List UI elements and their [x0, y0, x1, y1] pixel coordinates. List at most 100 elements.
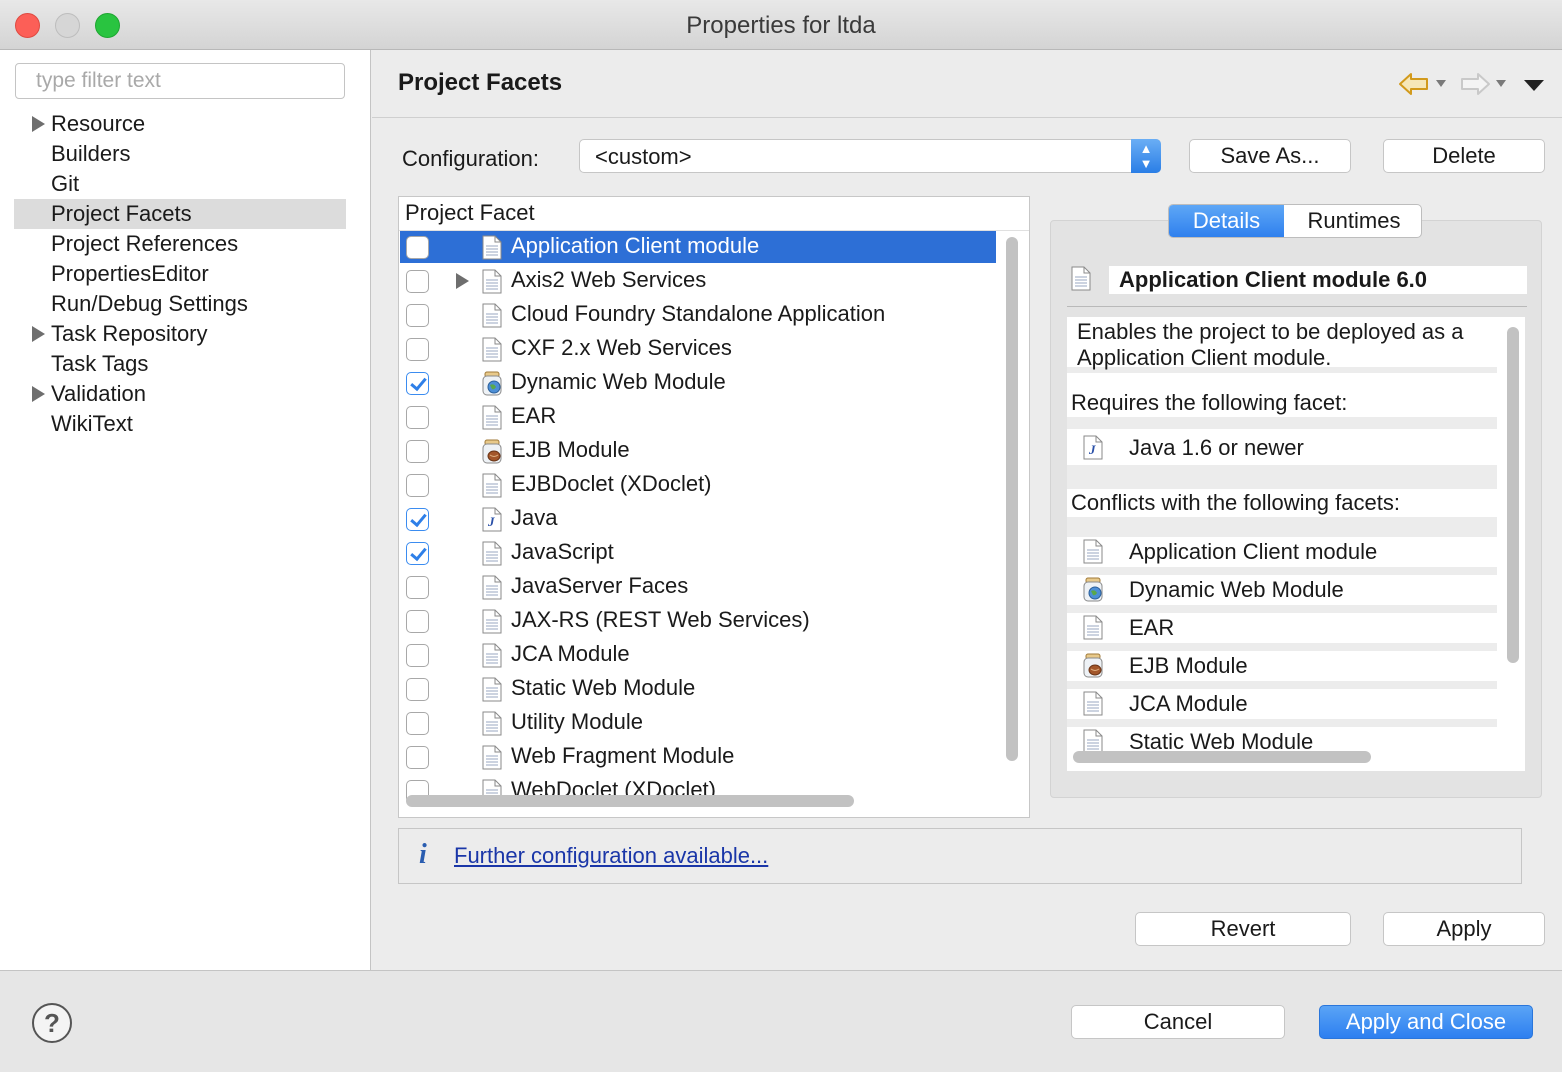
sidebar-item-label: Run/Debug Settings — [51, 291, 248, 316]
file-icon — [482, 575, 502, 600]
details-facet-label: EAR — [1129, 615, 1175, 640]
java-icon: J — [482, 507, 502, 532]
main-panel: Project Facets Configuration: <custom> ▲… — [372, 50, 1562, 970]
facet-label: Static Web Module — [511, 675, 696, 700]
sidebar-item[interactable]: Builders — [14, 139, 346, 169]
details-facet-label: Application Client module — [1129, 539, 1378, 564]
facet-label: EAR — [511, 403, 557, 428]
facet-checkbox[interactable] — [406, 712, 429, 735]
facet-checkbox[interactable] — [406, 576, 429, 599]
select-stepper-icon: ▲ ▼ — [1131, 139, 1161, 173]
facet-checkbox[interactable] — [406, 542, 429, 565]
back-history-dropdown[interactable] — [1436, 80, 1446, 87]
details-horizontal-scrollbar[interactable] — [1073, 751, 1371, 763]
facet-row[interactable]: JCA Module — [400, 639, 996, 671]
facet-row[interactable]: J Java — [400, 503, 996, 535]
facet-row[interactable]: JAX-RS (REST Web Services) — [400, 605, 996, 637]
ejb-bean-icon — [482, 439, 502, 464]
sidebar-item[interactable]: Task Repository — [14, 319, 346, 349]
band — [1067, 465, 1497, 489]
sidebar-item[interactable]: Resource — [14, 109, 346, 139]
facet-checkbox[interactable] — [406, 270, 429, 293]
help-icon[interactable]: ? — [32, 1003, 72, 1043]
sidebar-item[interactable]: Validation — [14, 379, 346, 409]
facet-checkbox[interactable] — [406, 406, 429, 429]
tab-runtimes[interactable]: Runtimes — [1285, 205, 1421, 237]
sidebar-item-label: Project References — [51, 231, 239, 256]
facet-checkbox[interactable] — [406, 610, 429, 633]
sidebar-item[interactable]: Git — [14, 169, 346, 199]
save-as-button[interactable]: Save As... — [1189, 139, 1351, 173]
facet-row[interactable]: EAR — [400, 401, 996, 433]
tab-details[interactable]: Details — [1169, 205, 1284, 237]
file-icon — [482, 541, 502, 566]
facet-row[interactable]: Axis2 Web Services — [400, 265, 996, 297]
sidebar-item-label: Resource — [51, 111, 146, 136]
facet-label: Web Fragment Module — [511, 743, 735, 768]
facet-checkbox[interactable] — [406, 746, 429, 769]
facet-row[interactable]: CXF 2.x Web Services — [400, 333, 996, 365]
view-menu-icon[interactable] — [1524, 80, 1544, 91]
cancel-button[interactable]: Cancel — [1071, 1005, 1285, 1039]
facet-vertical-scrollbar[interactable] — [1006, 237, 1018, 761]
facet-checkbox[interactable] — [406, 304, 429, 327]
facet-row[interactable]: Cloud Foundry Standalone Application — [400, 299, 996, 331]
band — [1067, 517, 1497, 537]
configuration-select[interactable]: <custom> ▲ ▼ — [579, 139, 1161, 173]
conflicts-heading: Conflicts with the following facets: — [1067, 489, 1497, 517]
expand-arrow-icon[interactable] — [32, 386, 45, 402]
expand-arrow-icon[interactable] — [456, 273, 469, 289]
facet-row[interactable]: Utility Module — [400, 707, 996, 739]
revert-button[interactable]: Revert — [1135, 912, 1351, 946]
facet-row[interactable]: EJB Module — [400, 435, 996, 467]
apply-button[interactable]: Apply — [1383, 912, 1545, 946]
sidebar-item[interactable]: WikiText — [14, 409, 346, 439]
file-icon — [482, 473, 502, 498]
facet-row[interactable]: JavaServer Faces — [400, 571, 996, 603]
file-icon — [1083, 615, 1103, 640]
facet-row[interactable]: Web Fragment Module — [400, 741, 996, 773]
forward-arrow-icon[interactable] — [1459, 72, 1491, 96]
details-facet-label: Dynamic Web Module — [1129, 577, 1344, 602]
facet-row[interactable]: Application Client module — [400, 231, 996, 263]
sidebar-item[interactable]: PropertiesEditor — [14, 259, 346, 289]
java-icon: J — [1083, 435, 1103, 460]
details-facet-item: EAR — [1067, 613, 1497, 645]
forward-history-dropdown[interactable] — [1496, 80, 1506, 87]
expand-arrow-icon[interactable] — [32, 116, 45, 132]
band — [1067, 605, 1497, 613]
facet-checkbox[interactable] — [406, 474, 429, 497]
details-vertical-scrollbar[interactable] — [1507, 327, 1519, 663]
delete-button[interactable]: Delete — [1383, 139, 1545, 173]
facet-row[interactable]: EJBDoclet (XDoclet) — [400, 469, 996, 501]
expand-arrow-icon[interactable] — [32, 326, 45, 342]
facet-checkbox[interactable] — [406, 678, 429, 701]
file-icon — [482, 609, 502, 634]
apply-and-close-button[interactable]: Apply and Close — [1319, 1005, 1533, 1039]
file-icon — [482, 405, 502, 430]
filter-input[interactable] — [15, 63, 345, 99]
facet-checkbox[interactable] — [406, 236, 429, 259]
facet-checkbox[interactable] — [406, 508, 429, 531]
facet-row[interactable]: JavaScript — [400, 537, 996, 569]
sidebar-item[interactable]: Task Tags — [14, 349, 346, 379]
band — [1067, 417, 1497, 429]
sidebar-item[interactable]: Project References — [14, 229, 346, 259]
facet-horizontal-scrollbar[interactable] — [406, 795, 854, 807]
further-configuration-link[interactable]: Further configuration available... — [454, 843, 768, 869]
band — [1067, 681, 1497, 689]
facet-checkbox[interactable] — [406, 372, 429, 395]
facet-label: Axis2 Web Services — [511, 267, 707, 292]
facet-checkbox[interactable] — [406, 440, 429, 463]
window-title: Properties for ltda — [686, 12, 876, 39]
facet-row[interactable]: Static Web Module — [400, 673, 996, 705]
back-arrow-icon[interactable] — [1398, 72, 1430, 96]
facet-row[interactable]: Dynamic Web Module — [400, 367, 996, 399]
file-icon — [482, 235, 502, 260]
sidebar-item-label: Builders — [51, 141, 131, 166]
facet-checkbox[interactable] — [406, 338, 429, 361]
svg-text:J: J — [1088, 442, 1096, 457]
sidebar-item[interactable]: Run/Debug Settings — [14, 289, 346, 319]
facet-checkbox[interactable] — [406, 644, 429, 667]
sidebar-item[interactable]: Project Facets — [14, 199, 346, 229]
